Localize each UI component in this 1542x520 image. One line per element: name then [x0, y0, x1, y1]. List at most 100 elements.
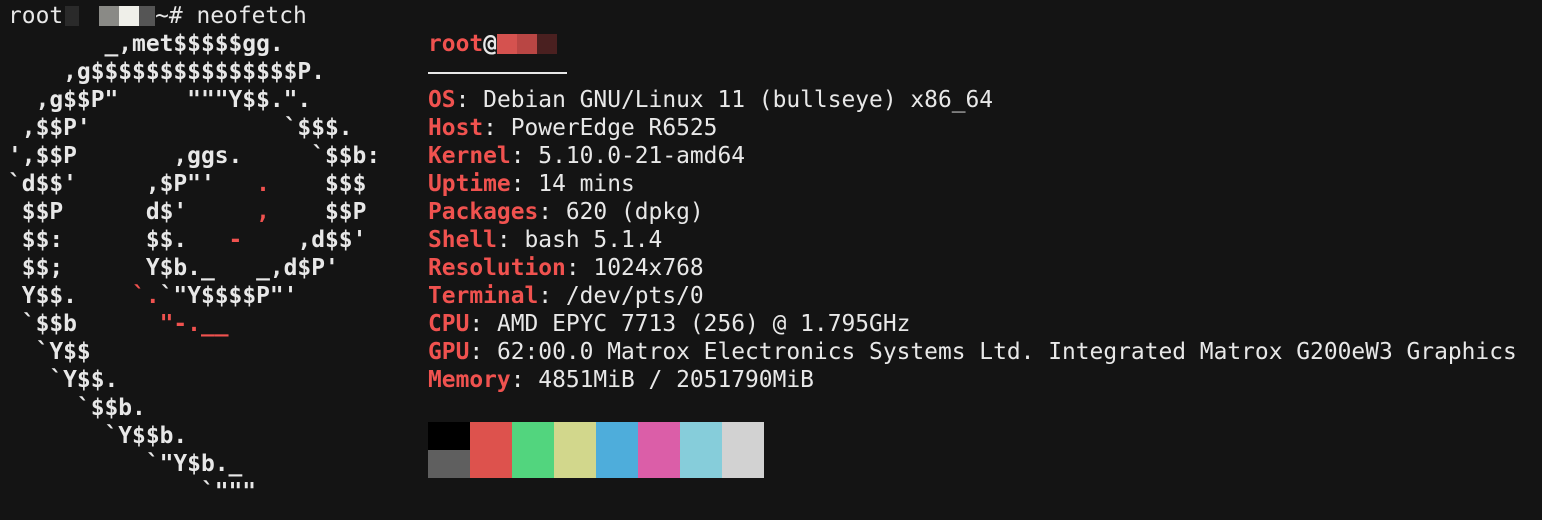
field-label: OS	[428, 87, 456, 113]
color-swatch	[428, 450, 470, 478]
logo-segment: ',$$P ,ggs. `$$b:	[8, 143, 381, 169]
color-swatch	[680, 450, 722, 478]
logo-segment: `$$b.	[8, 395, 146, 421]
prompt-command: neofetch	[196, 3, 307, 29]
field-label: Packages	[428, 199, 539, 225]
field-label: GPU	[428, 339, 470, 365]
color-swatch	[470, 450, 512, 478]
logo-line: `$$b "-.__	[8, 310, 380, 338]
color-swatch	[722, 450, 764, 478]
color-swatch	[722, 422, 764, 450]
logo-swirl-accent: "-.__	[159, 311, 229, 337]
redacted-hostname	[516, 34, 537, 54]
logo-line: `Y$$.	[8, 366, 380, 394]
shell-prompt-line: root ~# neofetch	[8, 2, 307, 30]
info-field-gpu: GPU: 62:00.0 Matrox Electronics Systems …	[428, 339, 1517, 365]
logo-segment: `Y$$b.	[8, 423, 188, 449]
logo-segment: ,$$P' `$$$.	[8, 115, 353, 141]
redacted-hostname	[496, 34, 517, 54]
redacted-hostname	[65, 6, 80, 26]
info-separator	[428, 58, 1517, 86]
field-value: 4851MiB / 2051790MiB	[538, 367, 814, 393]
color-swatch	[638, 450, 680, 478]
color-swatch	[554, 422, 596, 450]
logo-segment: $$: $$.	[8, 227, 229, 253]
info-field-memory: Memory: 4851MiB / 2051790MiB	[428, 367, 814, 393]
logo-line: ',$$P ,ggs. `$$b:	[8, 142, 380, 170]
color-swatch	[512, 450, 554, 478]
logo-segment: ,g$$$$$$$$$$$$$$$P.	[8, 59, 325, 85]
title-user: root	[428, 31, 484, 57]
logo-line: ,g$$P" """Y$$.".	[8, 86, 380, 114]
logo-line: $$P d$' , $$P	[8, 198, 380, 226]
logo-segment: `Y$$.	[8, 367, 119, 393]
field-value: 5.10.0-21-amd64	[538, 143, 746, 169]
field-value: 620 (dpkg)	[565, 199, 704, 225]
field-label: Uptime	[428, 171, 511, 197]
color-swatch	[596, 422, 638, 450]
field-value: 14 mins	[538, 171, 635, 197]
field-value: bash 5.1.4	[524, 227, 663, 253]
info-field-resolution: Resolution: 1024x768	[428, 255, 704, 281]
separator-line	[428, 71, 567, 74]
info-title: root@	[428, 30, 1517, 58]
redacted-hostname	[119, 6, 140, 26]
logo-segment: Y$$.	[8, 283, 133, 309]
logo-segment: `$$b	[8, 311, 160, 337]
logo-line: `d$$' ,$P"' . $$$	[8, 170, 380, 198]
color-swatch	[554, 450, 596, 478]
logo-swirl-accent: .	[256, 171, 270, 197]
logo-line: $$: $$. - ,d$$'	[8, 226, 380, 254]
field-label: Host	[428, 115, 484, 141]
field-label: Kernel	[428, 143, 511, 169]
field-value: /dev/pts/0	[565, 283, 704, 309]
field-value: 62:00.0 Matrox Electronics Systems Ltd. …	[496, 339, 1517, 365]
logo-swirl-accent: `.	[132, 283, 160, 309]
logo-segment: `d$$' ,$P"'	[8, 171, 257, 197]
logo-line: Y$$. `.`"Y$$$$P"'	[8, 282, 380, 310]
field-label: Terminal	[428, 283, 539, 309]
redacted-hostname	[139, 6, 156, 26]
color-swatch	[596, 450, 638, 478]
logo-segment: `"Y$$$$P"'	[159, 283, 298, 309]
info-field-uptime: Uptime: 14 mins	[428, 171, 635, 197]
debian-logo-ascii: _,met$$$$$gg. ,g$$$$$$$$$$$$$$$P. ,g$$P"…	[8, 30, 380, 506]
logo-segment: $$P	[269, 199, 367, 225]
color-swatch	[680, 422, 722, 450]
color-swatch	[428, 422, 470, 450]
redacted-hostname	[99, 6, 120, 26]
logo-segment: $$$	[269, 171, 367, 197]
logo-segment: `"""	[8, 479, 257, 505]
logo-line: `$$b.	[8, 394, 380, 422]
field-value: Debian GNU/Linux 11 (bullseye) x86_64	[483, 87, 994, 113]
logo-swirl-accent: -	[228, 227, 243, 253]
logo-segment: $$P d$'	[8, 199, 257, 225]
logo-swirl-accent: ,	[256, 199, 270, 225]
logo-segment: `"Y$b._	[8, 451, 243, 477]
field-value: 1024x768	[593, 255, 704, 281]
field-value: PowerEdge R6525	[510, 115, 718, 141]
color-swatch	[512, 422, 554, 450]
info-field-kernel: Kernel: 5.10.0-21-amd64	[428, 143, 746, 169]
logo-line: `Y$$b.	[8, 422, 380, 450]
system-info: root@ OS: Debian GNU/Linux 11 (bullseye)…	[428, 30, 1517, 394]
info-field-cpu: CPU: AMD EPYC 7713 (256) @ 1.795GHz	[428, 311, 911, 337]
logo-line: `"Y$b._	[8, 450, 380, 478]
logo-line: `Y$$	[8, 338, 380, 366]
info-field-os: OS: Debian GNU/Linux 11 (bullseye) x86_6…	[428, 87, 994, 113]
info-field-shell: Shell: bash 5.1.4	[428, 227, 663, 253]
logo-line: ,g$$$$$$$$$$$$$$$P.	[8, 58, 380, 86]
field-value: AMD EPYC 7713 (256) @ 1.795GHz	[496, 311, 911, 337]
color-swatch	[470, 422, 512, 450]
logo-line: $$; Y$b._ _,d$P'	[8, 254, 380, 282]
info-field-host: Host: PowerEdge R6525	[428, 115, 718, 141]
logo-segment: ,g$$P" """Y$$.".	[8, 87, 312, 113]
title-at: @	[483, 31, 497, 57]
field-label: Resolution	[428, 255, 566, 281]
logo-line: ,$$P' `$$$.	[8, 114, 380, 142]
logo-line: `"""	[8, 478, 380, 506]
field-label: Shell	[428, 227, 497, 253]
logo-segment: $$; Y$b._ _,d$P'	[8, 255, 339, 281]
logo-segment: _,met$$$$$gg.	[8, 31, 284, 57]
info-field-terminal: Terminal: /dev/pts/0	[428, 283, 704, 309]
